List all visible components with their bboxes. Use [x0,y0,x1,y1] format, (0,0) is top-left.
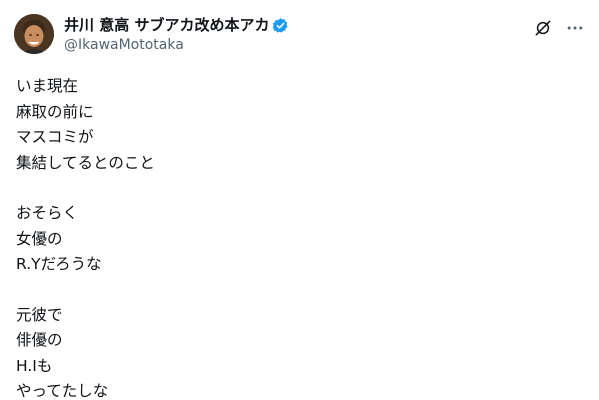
display-name[interactable]: 井川 意高 サブアカ改め本アカ [64,15,269,35]
post-line: R.Yだろうな [16,255,102,273]
more-horizontal-icon[interactable] [565,18,585,38]
post-line: 俳優の [16,331,63,349]
post-line: 麻取の前に [16,102,94,121]
profile-photo-icon [14,14,54,54]
post-line: 元彼で [16,305,63,324]
avatar[interactable] [14,14,54,54]
grok-slash-icon[interactable] [533,18,553,38]
verified-badge-icon [272,17,289,34]
author-handle[interactable]: @IkawaMototaka [64,35,289,55]
post-line: やってたしな [16,382,109,400]
post-line: いま現在 [16,77,79,95]
post-line: おそらく [16,204,79,222]
post-card[interactable]: 井川 意高 サブアカ改め本アカ @IkawaMototaka いま現在 麻取の前… [0,0,599,400]
author-names: 井川 意高 サブアカ改め本アカ @IkawaMototaka [64,15,289,55]
post-actions [521,18,585,38]
post-line: H.Iも [16,356,53,375]
post-line: 集結してるとのこと [16,153,155,172]
post-line: 女優の [16,229,63,248]
post-line: マスコミが [16,128,94,146]
display-name-row: 井川 意高 サブアカ改め本アカ [64,15,289,35]
post-header: 井川 意高 サブアカ改め本アカ @IkawaMototaka [14,12,585,58]
post-text: いま現在 麻取の前に マスコミが 集結してるとのこと おそらく 女優の R.Yだ… [16,74,583,400]
